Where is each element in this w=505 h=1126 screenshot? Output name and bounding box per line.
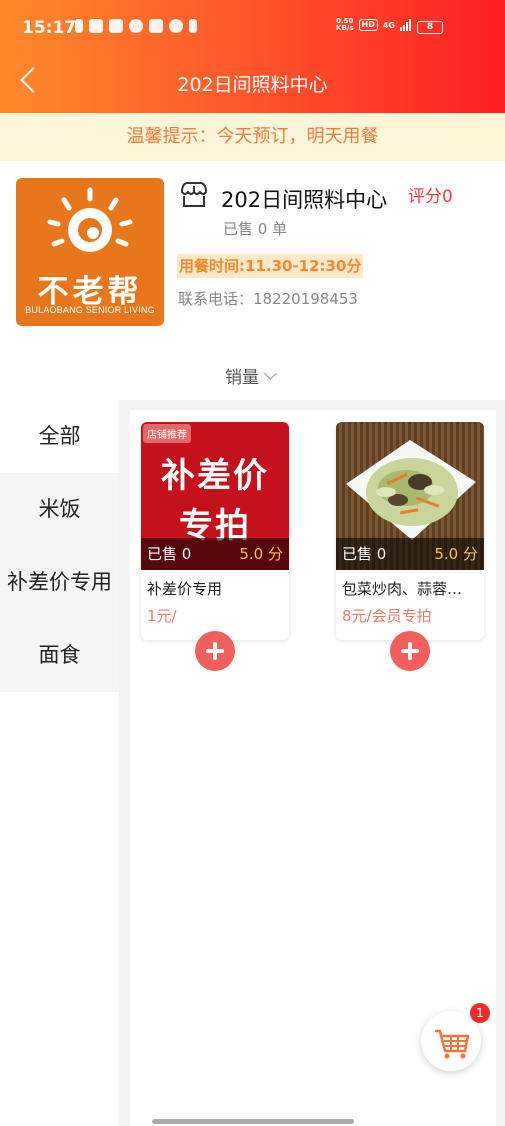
product-card[interactable]: 补差价 专拍 店铺推荐 已售 0 5.0 分 补差价专用 1元/ xyxy=(141,422,289,671)
gallery-icon xyxy=(109,19,123,33)
network-type: 4G xyxy=(382,20,395,30)
header: 15:17 0.50 KB/s HD 4G 8 202日间照料中心 xyxy=(0,0,505,113)
logo-subtext: BULAOBANG SENIOR LIVING xyxy=(25,305,155,315)
product-price: 1元/ xyxy=(147,607,177,625)
system-indicators: 0.50 KB/s HD 4G xyxy=(336,18,411,32)
product-image: 已售 0 5.0 分 xyxy=(336,422,484,570)
battery-icon: 8 xyxy=(417,21,443,34)
product-stats-bar: 已售 0 5.0 分 xyxy=(336,538,484,570)
category-item-noodles[interactable]: 面食 xyxy=(0,619,119,692)
category-item-all[interactable]: 全部 xyxy=(0,400,119,473)
category-sidebar: 全部 米饭 补差价专用 面食 xyxy=(0,400,119,692)
add-to-cart-button[interactable] xyxy=(195,631,235,671)
product-sold: 已售 0 xyxy=(147,545,192,563)
tiktok-icon xyxy=(189,19,197,33)
mail-icon xyxy=(89,19,103,33)
meal-time: 用餐时间:11.30-12:30分 xyxy=(177,254,364,278)
store-sold-count: 已售 0 单 xyxy=(223,220,288,238)
category-item-price-diff[interactable]: 补差价专用 xyxy=(0,546,119,619)
hd-icon: HD xyxy=(358,19,378,31)
product-image: 补差价 专拍 店铺推荐 已售 0 5.0 分 xyxy=(141,422,289,570)
app-icon xyxy=(129,19,143,33)
net-speed-unit: KB/s xyxy=(336,24,354,32)
add-to-cart-button[interactable] xyxy=(390,631,430,671)
chevron-down-icon xyxy=(264,366,277,380)
home-indicator[interactable] xyxy=(152,1119,354,1124)
status-bar: 15:17 0.50 KB/s HD 4G 8 xyxy=(0,0,505,56)
product-score: 5.0 分 xyxy=(239,545,283,563)
product-image-text: 补差价 xyxy=(161,456,269,496)
product-sold: 已售 0 xyxy=(342,545,387,563)
store-phone[interactable]: 联系电话：18220198453 xyxy=(178,288,358,309)
navbar: 202日间照料中心 xyxy=(0,56,505,113)
app-icon xyxy=(149,19,163,33)
product-name: 补差价专用 xyxy=(147,580,223,598)
product-score: 5.0 分 xyxy=(434,545,478,563)
store-rating: 评分0 xyxy=(408,187,453,207)
sim-icon xyxy=(75,19,83,33)
category-item-rice[interactable]: 米饭 xyxy=(0,473,119,546)
product-price: 8元/会员专拍 xyxy=(342,607,432,625)
sort-sales-dropdown[interactable]: 销量 xyxy=(225,363,277,388)
recommend-badge: 店铺推荐 xyxy=(143,424,191,443)
notice-banner: 温馨提示：今天预订，明天用餐 xyxy=(0,113,505,161)
sort-label: 销量 xyxy=(225,368,259,388)
store-name: 202日间照料中心 xyxy=(221,188,388,212)
page-title: 202日间照料中心 xyxy=(177,74,328,96)
signal-icon xyxy=(400,19,411,31)
product-card[interactable]: 已售 0 5.0 分 包菜炒肉、蒜蓉… 8元/会员专拍 xyxy=(336,422,484,671)
notification-icons xyxy=(75,19,197,33)
product-stats-bar: 已售 0 5.0 分 xyxy=(141,538,289,570)
status-time: 15:17 xyxy=(22,18,77,38)
page: 15:17 0.50 KB/s HD 4G 8 202日间照料中心 温馨提示：今… xyxy=(0,0,505,1126)
product-name: 包菜炒肉、蒜蓉… xyxy=(342,580,463,598)
store-icon xyxy=(180,182,208,207)
store-logo: 不老帮 BULAOBANG SENIOR LIVING xyxy=(16,178,164,326)
chat-icon xyxy=(169,19,183,33)
cart-count-badge: 1 xyxy=(470,1003,490,1023)
net-speed: 0.50 KB/s xyxy=(336,18,353,32)
